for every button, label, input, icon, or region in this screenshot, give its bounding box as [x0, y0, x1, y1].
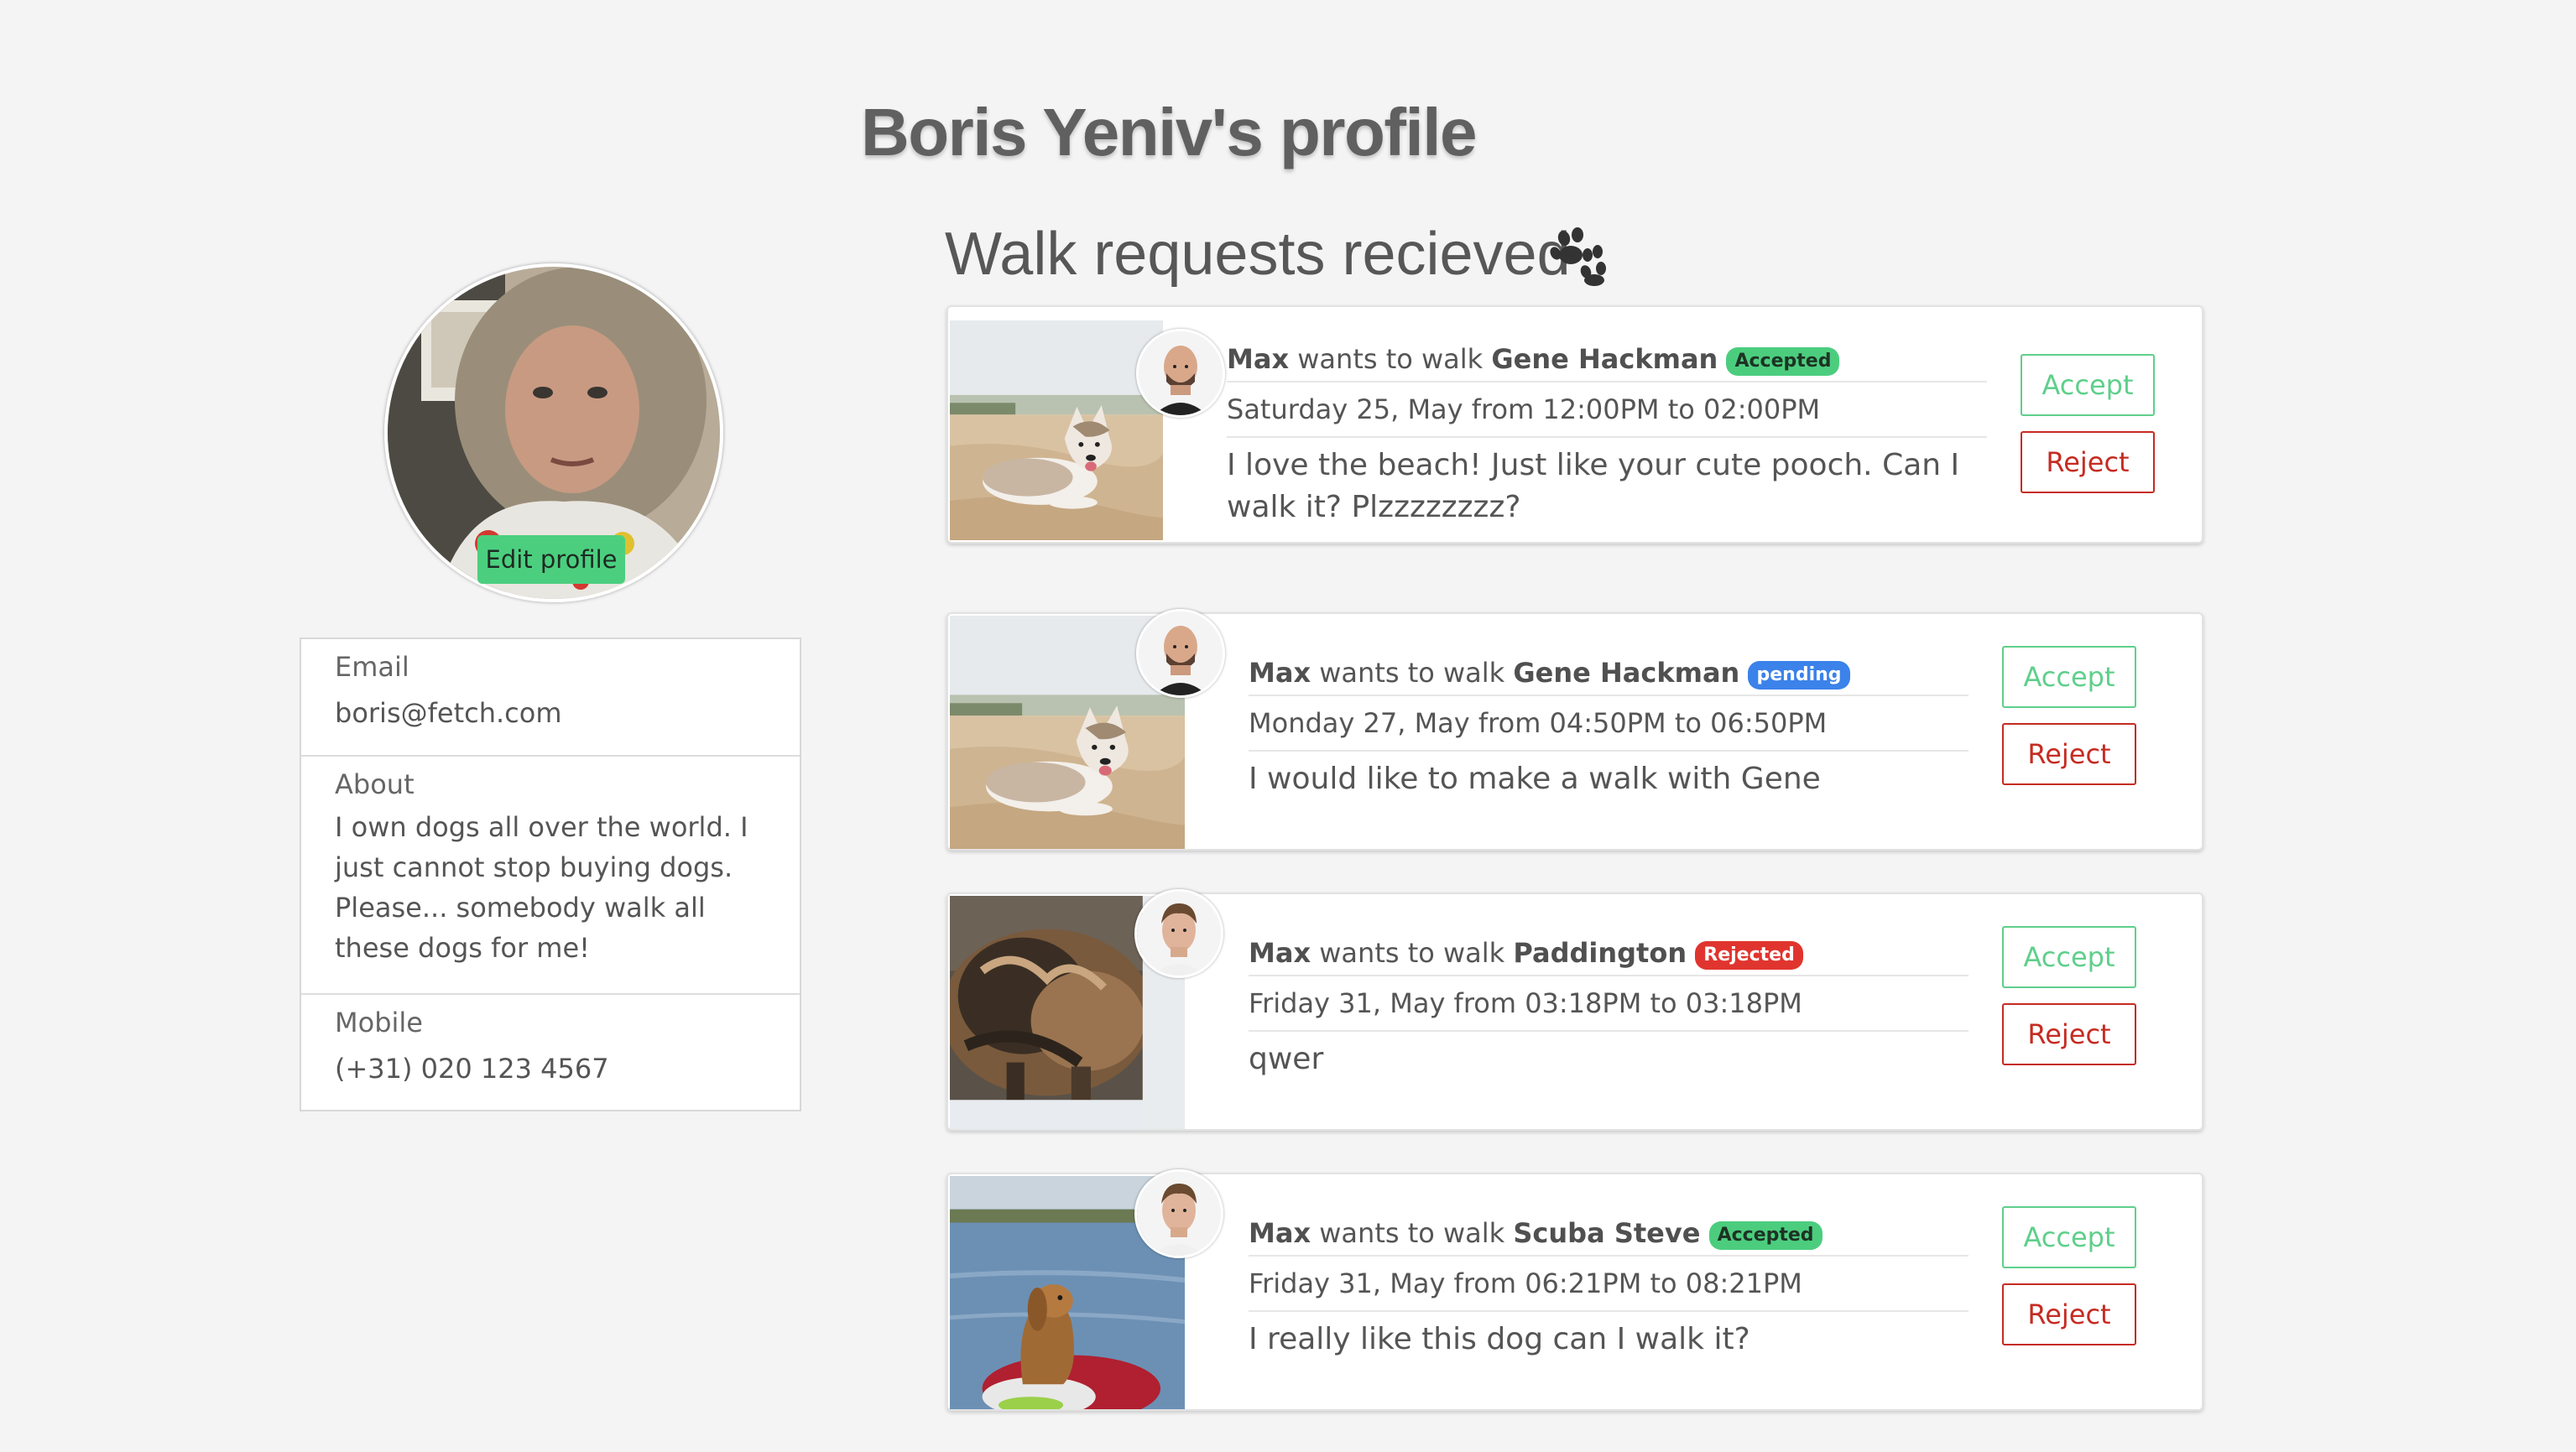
request-headline: Max wants to walk Paddington Rejected: [1249, 931, 1969, 976]
request-message: I really like this dog can I walk it?: [1249, 1322, 1750, 1356]
walker-avatar: [1136, 609, 1225, 698]
accept-button[interactable]: Accept: [2021, 354, 2155, 416]
mobile-value: (+31) 020 123 4567: [335, 1053, 609, 1085]
about-label: About: [335, 768, 415, 800]
mobile-section: Mobile (+31) 020 123 4567: [301, 995, 800, 1110]
dog-name: Gene Hackman: [1513, 657, 1740, 689]
email-value: boris@fetch.com: [335, 697, 562, 729]
walker-name: Max: [1227, 343, 1290, 375]
request-time: Friday 31, May from 03:18PM to 03:18PM: [1249, 976, 1969, 1032]
accept-button[interactable]: Accept: [2002, 926, 2136, 988]
request-card: Max wants to walk Gene Hackman Accepted …: [946, 305, 2203, 544]
wants-text: wants to walk: [1319, 1217, 1505, 1249]
request-headline: Max wants to walk Gene Hackman Accepted: [1227, 337, 1987, 383]
request-details: Max wants to walk Gene Hackman pending M…: [1249, 651, 1969, 800]
request-message: qwer: [1249, 1042, 1324, 1076]
request-message: I would like to make a walk with Gene: [1249, 762, 1821, 796]
accept-button[interactable]: Accept: [2002, 646, 2136, 708]
dog-name: Gene Hackman: [1491, 343, 1718, 375]
paw-icon: [1550, 227, 1606, 286]
status-badge: Accepted: [1708, 1221, 1822, 1250]
request-details: Max wants to walk Paddington Rejected Fr…: [1249, 931, 1969, 1080]
request-card: Max wants to walk Scuba Steve Accepted F…: [946, 1169, 2203, 1411]
mobile-label: Mobile: [335, 1007, 423, 1038]
about-section: About I own dogs all over the world. I j…: [301, 757, 800, 995]
request-card: Max wants to walk Gene Hackman pending M…: [946, 609, 2203, 851]
reject-button[interactable]: Reject: [2002, 723, 2136, 785]
request-time: Saturday 25, May from 12:00PM to 02:00PM: [1227, 383, 1987, 438]
request-card: Max wants to walk Paddington Rejected Fr…: [946, 889, 2203, 1131]
walker-name: Max: [1249, 1217, 1311, 1249]
walker-avatar: [1134, 1169, 1223, 1258]
request-details: Max wants to walk Gene Hackman Accepted …: [1227, 337, 1987, 528]
walker-name: Max: [1249, 937, 1311, 969]
reject-button[interactable]: Reject: [2002, 1003, 2136, 1065]
status-badge: Accepted: [1726, 347, 1840, 376]
request-time: Friday 31, May from 06:21PM to 08:21PM: [1249, 1257, 1969, 1312]
walker-name: Max: [1249, 657, 1311, 689]
page-title: Boris Yeniv's profile: [861, 95, 1478, 169]
edit-profile-button[interactable]: Edit profile: [477, 535, 625, 584]
profile-info-card: Email boris@fetch.com About I own dogs a…: [300, 638, 801, 1111]
about-value: I own dogs all over the world. I just ca…: [335, 811, 748, 964]
requests-title: Walk requests recieved: [945, 221, 1571, 288]
email-label: Email: [335, 651, 409, 683]
wants-text: wants to walk: [1319, 657, 1505, 689]
request-time: Monday 27, May from 04:50PM to 06:50PM: [1249, 696, 1969, 752]
wants-text: wants to walk: [1319, 937, 1505, 969]
request-details: Max wants to walk Scuba Steve Accepted F…: [1249, 1211, 1969, 1361]
wants-text: wants to walk: [1297, 343, 1484, 375]
request-message: I love the beach! Just like your cute po…: [1227, 448, 1960, 524]
accept-button[interactable]: Accept: [2002, 1206, 2136, 1268]
dog-name: Paddington: [1513, 937, 1687, 969]
reject-button[interactable]: Reject: [2021, 431, 2155, 493]
dog-name: Scuba Steve: [1513, 1217, 1701, 1249]
request-headline: Max wants to walk Scuba Steve Accepted: [1249, 1211, 1969, 1257]
status-badge: pending: [1748, 661, 1850, 690]
email-section: Email boris@fetch.com: [301, 639, 800, 757]
request-headline: Max wants to walk Gene Hackman pending: [1249, 651, 1969, 696]
reject-button[interactable]: Reject: [2002, 1283, 2136, 1345]
walker-avatar: [1136, 329, 1225, 418]
status-badge: Rejected: [1695, 941, 1803, 970]
walker-avatar: [1134, 889, 1223, 978]
dog-photo: [950, 320, 1163, 540]
